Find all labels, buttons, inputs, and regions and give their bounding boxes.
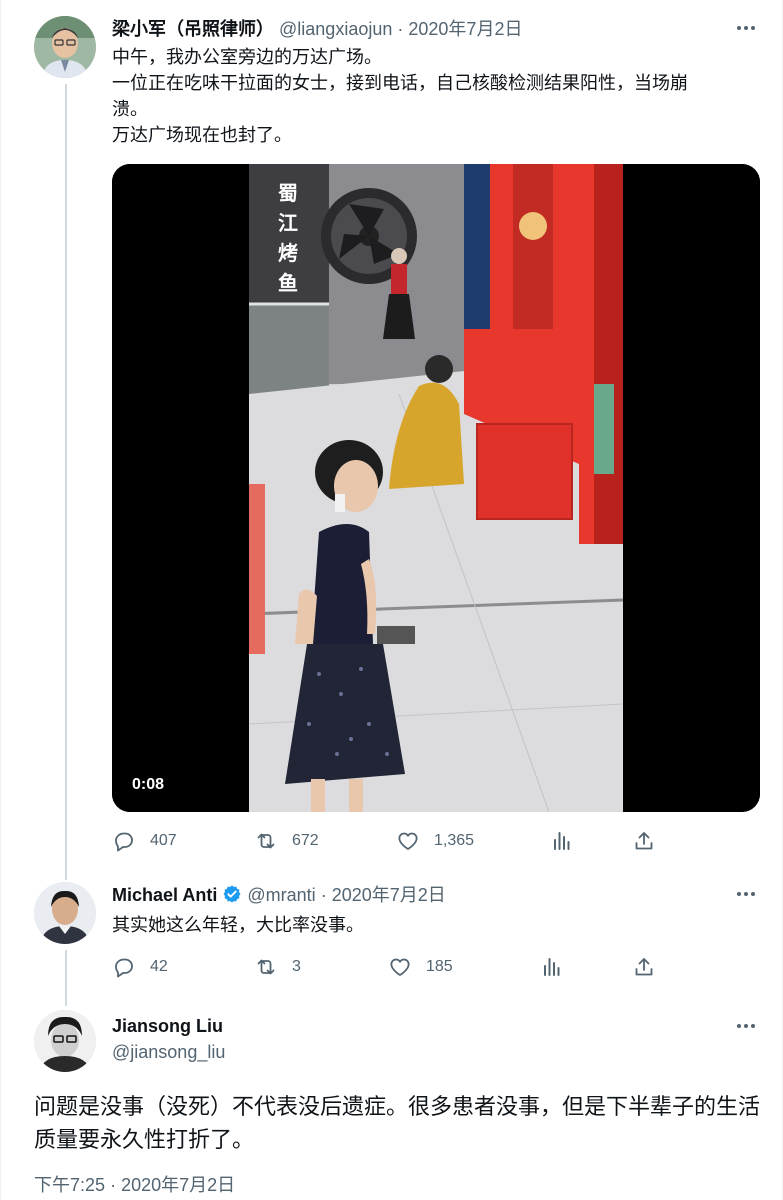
heart-icon bbox=[398, 832, 418, 850]
tweet-actions: 407 672 1,365 bbox=[112, 826, 653, 856]
reply-count: 42 bbox=[150, 958, 168, 975]
heart-icon bbox=[390, 958, 410, 976]
more-options-icon[interactable] bbox=[734, 884, 758, 904]
retweet-count: 672 bbox=[292, 832, 319, 849]
share-button[interactable] bbox=[632, 952, 670, 982]
tweet-timestamp[interactable]: 下午7:25 · 2020年7月2日 bbox=[34, 1172, 235, 1198]
retweet-icon bbox=[257, 959, 275, 975]
like-button[interactable]: 1,365 bbox=[396, 826, 474, 856]
views-button[interactable] bbox=[540, 952, 578, 982]
user-handle[interactable]: @liangxiaojun bbox=[279, 19, 392, 39]
thread-line bbox=[65, 84, 67, 880]
tweet-text-line: 中午，我办公室旁边的万达广场。 bbox=[112, 47, 382, 67]
more-options-icon[interactable] bbox=[734, 18, 758, 38]
sign-text: 蜀 bbox=[278, 181, 298, 205]
tweet-text-line: 其实她这么年轻，大比率没事。 bbox=[112, 915, 364, 935]
sign-text: 江 bbox=[278, 211, 298, 235]
display-name[interactable]: Michael Anti bbox=[112, 885, 217, 905]
tweet-actions: 42 3 185 bbox=[112, 952, 653, 982]
reply-button[interactable]: 407 bbox=[112, 826, 177, 856]
tweet-time: 下午7:25 bbox=[34, 1175, 106, 1195]
share-icon bbox=[635, 958, 653, 976]
retweet-icon bbox=[257, 833, 275, 849]
tweet-header: Jiansong Liu @jiansong_liu bbox=[112, 1014, 225, 1064]
avatar[interactable] bbox=[34, 882, 96, 944]
tweet-text-line: 溃。 bbox=[112, 99, 148, 119]
like-count: 1,365 bbox=[434, 832, 475, 849]
analytics-icon bbox=[554, 832, 570, 850]
separator: · bbox=[320, 885, 327, 905]
tweet-text: 其实她这么年轻，大比率没事。 bbox=[112, 912, 364, 938]
thread-line bbox=[65, 950, 67, 1006]
views-button[interactable] bbox=[550, 826, 588, 856]
tweet-text-line: 一位正在吃味干拉面的女士，接到电话，自己核酸检测结果阳性，当场崩 bbox=[112, 73, 688, 93]
reply-count: 407 bbox=[150, 832, 177, 849]
reply-icon bbox=[115, 832, 133, 852]
display-name[interactable]: Jiansong Liu bbox=[112, 1014, 225, 1038]
like-button[interactable]: 185 bbox=[388, 952, 453, 982]
tweet-text: 中午，我办公室旁边的万达广场。 一位正在吃味干拉面的女士，接到电话，自己核酸检测… bbox=[112, 44, 688, 148]
separator: · bbox=[110, 1175, 117, 1195]
verified-badge-icon bbox=[223, 885, 241, 903]
tweet-date[interactable]: 2020年7月2日 bbox=[332, 885, 446, 905]
retweet-count: 3 bbox=[292, 958, 301, 975]
tweet-date[interactable]: 2020年7月2日 bbox=[408, 19, 522, 39]
tweet-1[interactable]: 梁小军（吊照律师） @liangxiaojun · 2020年7月2日 中午，我… bbox=[1, 0, 782, 880]
reply-icon bbox=[115, 958, 133, 978]
share-icon bbox=[635, 832, 653, 850]
user-handle[interactable]: @mranti bbox=[247, 885, 315, 905]
video-duration: 0:08 bbox=[132, 776, 165, 793]
avatar[interactable] bbox=[34, 1010, 96, 1072]
avatar[interactable] bbox=[34, 16, 96, 78]
tweet-header: 梁小军（吊照律师） @liangxiaojun · 2020年7月2日 bbox=[112, 17, 522, 41]
tweet-text: 问题是没事（没死）不代表没后遗症。很多患者没事，但是下半辈子的生活 质量要永久性… bbox=[34, 1090, 764, 1156]
sign-text: 鱼 bbox=[278, 271, 298, 295]
retweet-button[interactable]: 672 bbox=[254, 826, 319, 856]
tweet-text-line: 问题是没事（没死）不代表没后遗症。很多患者没事，但是下半辈子的生活 bbox=[34, 1094, 761, 1119]
video-player[interactable]: 蜀 江 烤 鱼 0:08 bbox=[112, 164, 760, 812]
share-button[interactable] bbox=[632, 826, 670, 856]
display-name[interactable]: 梁小军（吊照律师） bbox=[112, 19, 274, 39]
analytics-icon bbox=[544, 958, 560, 976]
tweet-text-line: 质量要永久性打折了。 bbox=[34, 1127, 255, 1152]
like-count: 185 bbox=[426, 958, 453, 975]
user-handle[interactable]: @jiansong_liu bbox=[112, 1040, 225, 1064]
separator: · bbox=[397, 19, 404, 39]
sign-text: 烤 bbox=[278, 241, 298, 265]
tweet-header: Michael Anti @mranti · 2020年7月2日 bbox=[112, 883, 446, 907]
reply-button[interactable]: 42 bbox=[112, 952, 168, 982]
tweet-date: 2020年7月2日 bbox=[121, 1175, 236, 1195]
more-options-icon[interactable] bbox=[734, 1016, 758, 1036]
tweet-thread: 梁小军（吊照律师） @liangxiaojun · 2020年7月2日 中午，我… bbox=[0, 0, 783, 1200]
tweet-text-line: 万达广场现在也封了。 bbox=[112, 125, 292, 145]
tweet-2[interactable]: Michael Anti @mranti · 2020年7月2日 其实她这么年轻… bbox=[1, 866, 782, 1006]
video-frame: 蜀 江 烤 鱼 bbox=[112, 164, 760, 812]
retweet-button[interactable]: 3 bbox=[254, 952, 301, 982]
